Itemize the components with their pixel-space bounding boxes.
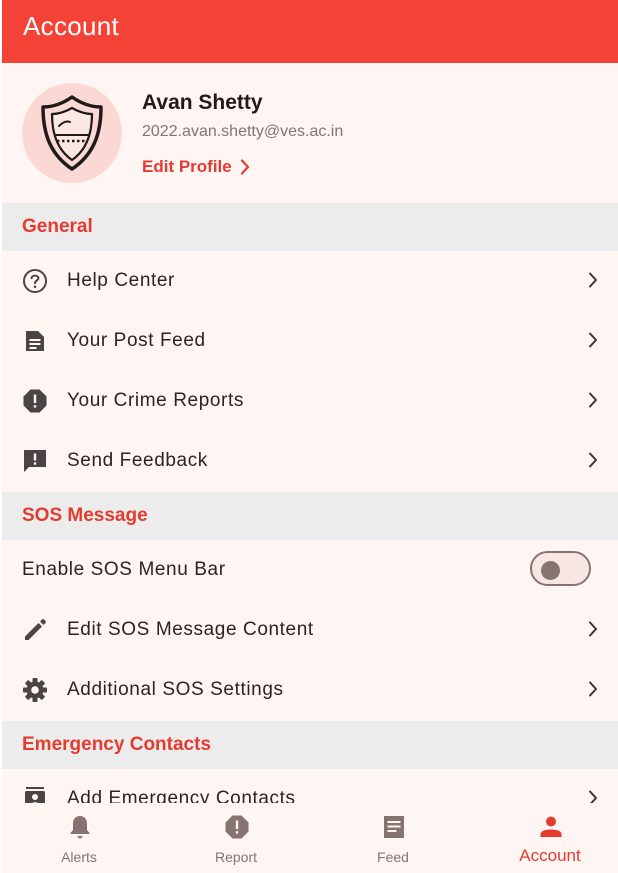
article-icon <box>384 816 404 838</box>
chevron-right-icon <box>589 272 597 288</box>
nav-label: Alerts <box>61 849 97 865</box>
nav-label: Feed <box>377 849 409 865</box>
sos-menu-toggle[interactable] <box>530 551 591 586</box>
list-item-label: Your Crime Reports <box>67 390 244 411</box>
nav-item-feed[interactable]: Feed <box>316 803 470 873</box>
list-item-your-post-feed[interactable]: Your Post Feed <box>2 311 618 371</box>
list-item-label: Edit SOS Message Content <box>67 619 314 640</box>
feedback-icon <box>24 450 46 472</box>
edit-profile-link[interactable]: Edit Profile <box>142 157 250 177</box>
nav-item-report[interactable]: Report <box>159 803 313 873</box>
profile-email: 2022.avan.shetty@ves.ac.in <box>142 123 344 140</box>
chevron-right-icon <box>589 332 597 348</box>
help-circle-icon <box>23 269 47 293</box>
section-title: Emergency Contacts <box>22 734 212 755</box>
bell-icon <box>70 816 90 839</box>
toggle-label: Enable SOS Menu Bar <box>22 559 226 580</box>
page-title: Account <box>23 11 120 41</box>
nav-label: Report <box>214 849 258 865</box>
report-icon <box>225 815 249 839</box>
list-item-label: Send Feedback <box>67 450 208 471</box>
shield-icon <box>41 95 103 171</box>
person-icon <box>540 816 562 837</box>
section-header-sos: SOS Message <box>2 492 618 540</box>
nav-label: Account <box>519 846 581 865</box>
list-item-your-crime-reports[interactable]: Your Crime Reports <box>2 371 618 431</box>
report-icon <box>23 389 47 413</box>
list-item-additional-sos-settings[interactable]: Additional SOS Settings <box>2 660 618 720</box>
list-item-label: Help Center <box>67 270 175 291</box>
pencil-icon <box>25 619 46 640</box>
edit-profile-label: Edit Profile <box>142 157 232 176</box>
avatar <box>22 83 122 183</box>
chevron-right-icon <box>589 681 597 697</box>
nav-item-alerts[interactable]: Alerts <box>2 803 156 873</box>
toggle-knob <box>541 561 560 580</box>
list-item-label: Additional SOS Settings <box>67 679 284 700</box>
list-item-edit-sos-message[interactable]: Edit SOS Message Content <box>2 600 618 660</box>
section-header-general: General <box>2 203 618 251</box>
list-item-help-center[interactable]: Help Center <box>2 251 618 311</box>
nav-item-account[interactable]: Account <box>473 803 618 873</box>
chevron-right-icon <box>589 392 597 408</box>
list-item-send-feedback[interactable]: Send Feedback <box>2 431 618 491</box>
list-item-enable-sos: Enable SOS Menu Bar <box>2 540 618 600</box>
top-app-bar: Account <box>2 0 618 63</box>
chevron-right-icon <box>589 452 597 468</box>
section-header-emergency: Emergency Contacts <box>2 721 618 769</box>
section-title: SOS Message <box>22 505 148 526</box>
chevron-right-icon <box>589 621 597 637</box>
article-icon <box>26 331 44 351</box>
account-screen: Account Avan Shetty 2022.avan.shetty@ves… <box>2 0 618 873</box>
profile-name: Avan Shetty <box>142 91 263 114</box>
bottom-navigation: Alerts Report Feed Account <box>2 803 618 873</box>
profile-card: Avan Shetty 2022.avan.shetty@ves.ac.in E… <box>2 63 618 203</box>
chevron-right-icon <box>240 159 249 175</box>
section-title: General <box>22 216 93 237</box>
gear-icon <box>23 678 47 702</box>
list-item-label: Your Post Feed <box>67 330 206 351</box>
